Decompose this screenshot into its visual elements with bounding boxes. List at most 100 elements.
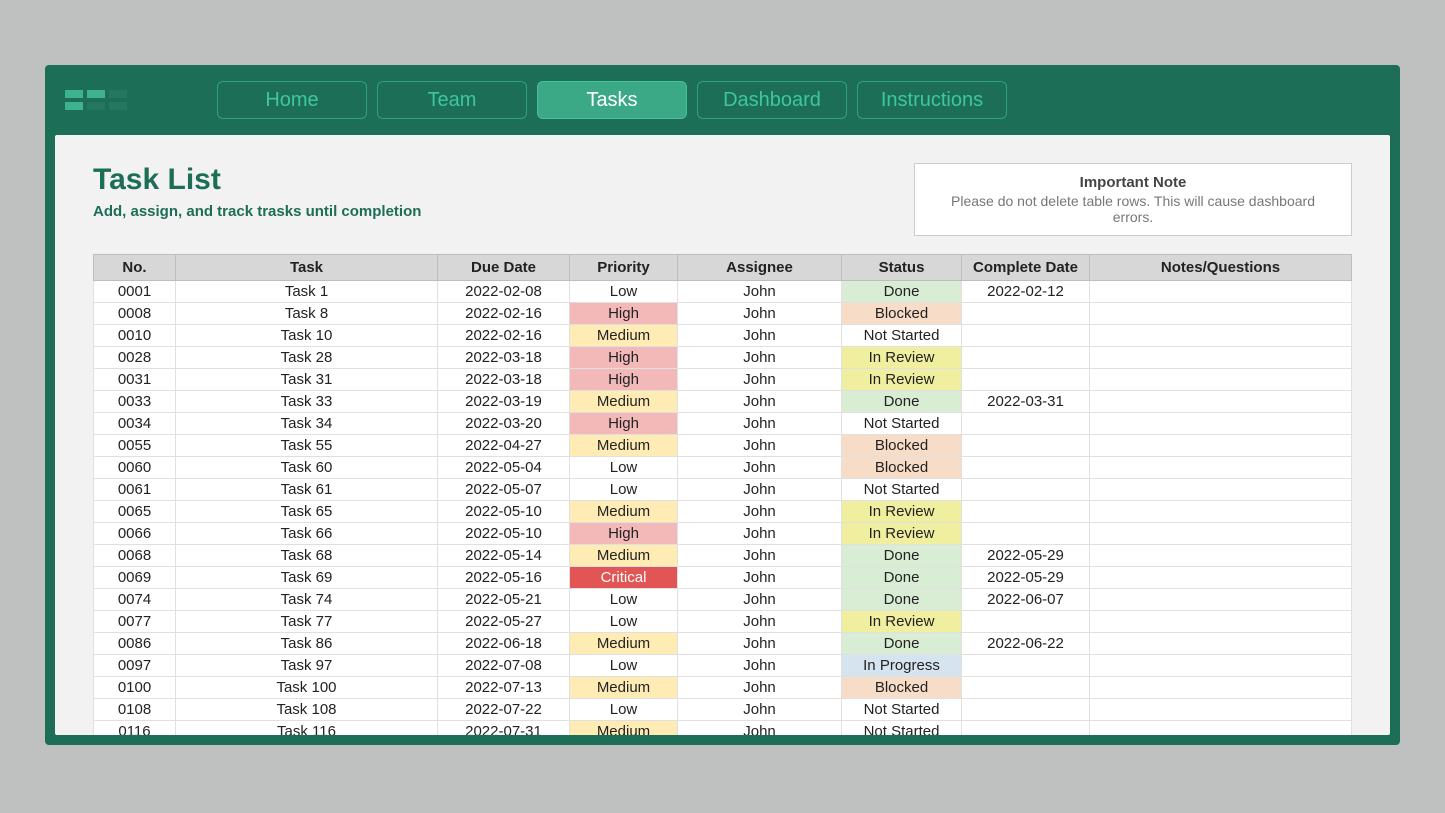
cell-task[interactable]: Task 86 (176, 633, 438, 655)
cell-status[interactable]: Blocked (842, 457, 962, 479)
cell-no[interactable]: 0069 (94, 567, 176, 589)
cell-task[interactable]: Task 61 (176, 479, 438, 501)
table-row[interactable]: 0074Task 742022-05-21LowJohnDone2022-06-… (94, 589, 1352, 611)
table-row[interactable]: 0069Task 692022-05-16CriticalJohnDone202… (94, 567, 1352, 589)
cell-status[interactable]: Done (842, 281, 962, 303)
cell-due[interactable]: 2022-05-10 (438, 501, 570, 523)
table-row[interactable]: 0028Task 282022-03-18HighJohnIn Review (94, 347, 1352, 369)
cell-status[interactable]: Done (842, 633, 962, 655)
cell-assignee[interactable]: John (678, 699, 842, 721)
cell-notes[interactable] (1090, 633, 1352, 655)
cell-notes[interactable] (1090, 567, 1352, 589)
cell-due[interactable]: 2022-06-18 (438, 633, 570, 655)
cell-status[interactable]: Done (842, 545, 962, 567)
cell-complete[interactable]: 2022-06-22 (962, 633, 1090, 655)
cell-priority[interactable]: Low (570, 699, 678, 721)
cell-assignee[interactable]: John (678, 325, 842, 347)
cell-complete[interactable]: 2022-03-31 (962, 391, 1090, 413)
cell-notes[interactable] (1090, 545, 1352, 567)
cell-assignee[interactable]: John (678, 633, 842, 655)
cell-notes[interactable] (1090, 391, 1352, 413)
cell-no[interactable]: 0034 (94, 413, 176, 435)
cell-due[interactable]: 2022-04-27 (438, 435, 570, 457)
cell-priority[interactable]: High (570, 413, 678, 435)
cell-priority[interactable]: Medium (570, 545, 678, 567)
table-row[interactable]: 0066Task 662022-05-10HighJohnIn Review (94, 523, 1352, 545)
cell-no[interactable]: 0097 (94, 655, 176, 677)
table-row[interactable]: 0010Task 102022-02-16MediumJohnNot Start… (94, 325, 1352, 347)
cell-due[interactable]: 2022-03-18 (438, 369, 570, 391)
cell-assignee[interactable]: John (678, 567, 842, 589)
table-row[interactable]: 0034Task 342022-03-20HighJohnNot Started (94, 413, 1352, 435)
cell-status[interactable]: Blocked (842, 435, 962, 457)
cell-task[interactable]: Task 77 (176, 611, 438, 633)
cell-task[interactable]: Task 66 (176, 523, 438, 545)
cell-no[interactable]: 0077 (94, 611, 176, 633)
cell-task[interactable]: Task 8 (176, 303, 438, 325)
cell-notes[interactable] (1090, 303, 1352, 325)
cell-complete[interactable] (962, 501, 1090, 523)
cell-status[interactable]: In Progress (842, 655, 962, 677)
table-row[interactable]: 0031Task 312022-03-18HighJohnIn Review (94, 369, 1352, 391)
cell-assignee[interactable]: John (678, 457, 842, 479)
cell-task[interactable]: Task 68 (176, 545, 438, 567)
cell-notes[interactable] (1090, 523, 1352, 545)
cell-no[interactable]: 0116 (94, 721, 176, 736)
cell-complete[interactable] (962, 479, 1090, 501)
cell-no[interactable]: 0028 (94, 347, 176, 369)
column-header[interactable]: No. (94, 255, 176, 281)
cell-status[interactable]: In Review (842, 523, 962, 545)
cell-due[interactable]: 2022-03-20 (438, 413, 570, 435)
cell-task[interactable]: Task 33 (176, 391, 438, 413)
cell-no[interactable]: 0055 (94, 435, 176, 457)
cell-complete[interactable] (962, 721, 1090, 736)
cell-priority[interactable]: Medium (570, 325, 678, 347)
cell-due[interactable]: 2022-05-04 (438, 457, 570, 479)
cell-complete[interactable] (962, 325, 1090, 347)
column-header[interactable]: Task (176, 255, 438, 281)
cell-assignee[interactable]: John (678, 677, 842, 699)
cell-no[interactable]: 0066 (94, 523, 176, 545)
column-header[interactable]: Complete Date (962, 255, 1090, 281)
nav-team[interactable]: Team (377, 81, 527, 119)
cell-priority[interactable]: Low (570, 655, 678, 677)
cell-due[interactable]: 2022-07-08 (438, 655, 570, 677)
cell-task[interactable]: Task 100 (176, 677, 438, 699)
cell-status[interactable]: Blocked (842, 677, 962, 699)
column-header[interactable]: Notes/Questions (1090, 255, 1352, 281)
cell-assignee[interactable]: John (678, 369, 842, 391)
cell-status[interactable]: Done (842, 589, 962, 611)
cell-due[interactable]: 2022-07-13 (438, 677, 570, 699)
cell-notes[interactable] (1090, 457, 1352, 479)
cell-notes[interactable] (1090, 369, 1352, 391)
cell-assignee[interactable]: John (678, 303, 842, 325)
table-row[interactable]: 0086Task 862022-06-18MediumJohnDone2022-… (94, 633, 1352, 655)
cell-assignee[interactable]: John (678, 347, 842, 369)
cell-status[interactable]: In Review (842, 501, 962, 523)
cell-complete[interactable] (962, 699, 1090, 721)
cell-task[interactable]: Task 55 (176, 435, 438, 457)
cell-assignee[interactable]: John (678, 479, 842, 501)
cell-no[interactable]: 0060 (94, 457, 176, 479)
cell-assignee[interactable]: John (678, 545, 842, 567)
cell-complete[interactable] (962, 435, 1090, 457)
cell-due[interactable]: 2022-05-14 (438, 545, 570, 567)
cell-due[interactable]: 2022-05-27 (438, 611, 570, 633)
cell-priority[interactable]: Low (570, 611, 678, 633)
table-row[interactable]: 0001Task 12022-02-08LowJohnDone2022-02-1… (94, 281, 1352, 303)
cell-task[interactable]: Task 60 (176, 457, 438, 479)
table-row[interactable]: 0065Task 652022-05-10MediumJohnIn Review (94, 501, 1352, 523)
cell-status[interactable]: Done (842, 567, 962, 589)
cell-no[interactable]: 0065 (94, 501, 176, 523)
cell-complete[interactable] (962, 523, 1090, 545)
cell-due[interactable]: 2022-02-08 (438, 281, 570, 303)
table-row[interactable]: 0060Task 602022-05-04LowJohnBlocked (94, 457, 1352, 479)
cell-priority[interactable]: Low (570, 589, 678, 611)
cell-no[interactable]: 0001 (94, 281, 176, 303)
cell-task[interactable]: Task 116 (176, 721, 438, 736)
cell-status[interactable]: Done (842, 391, 962, 413)
column-header[interactable]: Assignee (678, 255, 842, 281)
cell-priority[interactable]: High (570, 347, 678, 369)
cell-notes[interactable] (1090, 655, 1352, 677)
cell-status[interactable]: Not Started (842, 413, 962, 435)
